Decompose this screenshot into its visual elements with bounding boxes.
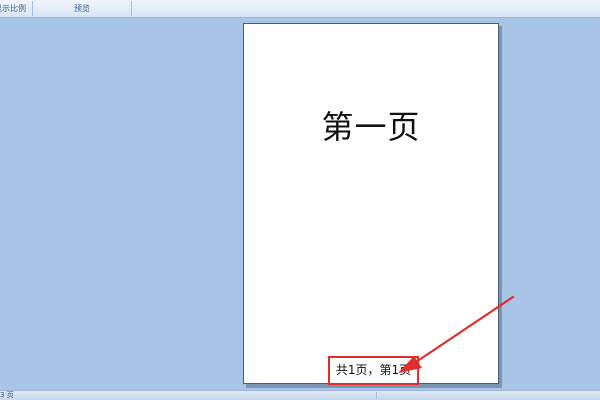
ribbon-group-divider [131,1,132,16]
status-bar-divider [376,392,377,399]
page-heading: 第一页 [321,108,421,146]
status-bar: 3 页 [0,390,600,400]
ribbon-group-label-zoom: 显示比例 [0,4,26,13]
page-footer-text: 共1页，第1页 [335,363,412,377]
ribbon-group-labels-bar: 显示比例 预览 [0,0,600,18]
page-footer-highlight-box: 共1页，第1页 [328,356,419,385]
status-page-count: 3 页 [0,391,14,399]
preview-page[interactable]: 第一页 [243,23,499,384]
ribbon-group-label-preview: 预览 [74,4,90,13]
